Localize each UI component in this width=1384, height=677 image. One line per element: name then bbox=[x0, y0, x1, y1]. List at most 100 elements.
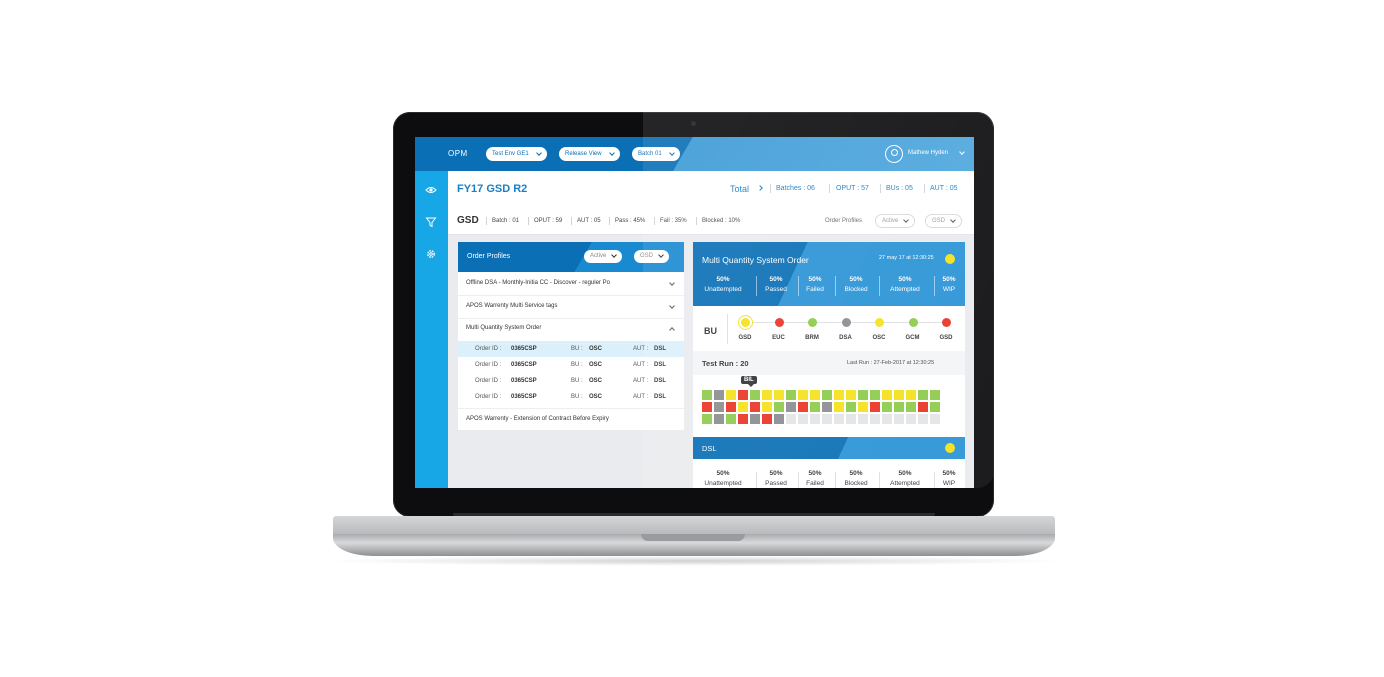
heatmap-cell[interactable] bbox=[750, 414, 760, 424]
heatmap-cell[interactable] bbox=[882, 402, 892, 412]
heatmap-cell[interactable] bbox=[774, 402, 784, 412]
metric-label: Failed bbox=[806, 286, 824, 293]
heatmap-cell[interactable] bbox=[918, 390, 928, 400]
bu-dot-euc[interactable] bbox=[774, 318, 784, 327]
metric-label: Passed bbox=[765, 286, 787, 293]
heatmap-cell[interactable] bbox=[918, 402, 928, 412]
heatmap-cell[interactable] bbox=[762, 402, 772, 412]
aut-label: AUT : bbox=[633, 378, 649, 384]
heatmap-cell[interactable] bbox=[786, 390, 796, 400]
heatmap-cell[interactable] bbox=[786, 402, 796, 412]
heatmap-cell[interactable] bbox=[726, 390, 736, 400]
bu-label[interactable]: OSC bbox=[864, 335, 894, 341]
order-id: 0365CSP bbox=[511, 394, 537, 400]
user-name[interactable]: Mathew Hyden bbox=[908, 150, 948, 156]
filter-icon[interactable] bbox=[425, 216, 437, 228]
heatmap-cell[interactable] bbox=[750, 390, 760, 400]
status-filter-dropdown[interactable]: Active bbox=[584, 250, 623, 263]
dsl-header[interactable]: DSL bbox=[693, 437, 965, 459]
bu-label[interactable]: GSD bbox=[931, 335, 961, 341]
bu-label[interactable]: GSD bbox=[730, 335, 760, 341]
chevron-down-icon[interactable] bbox=[959, 149, 965, 155]
heatmap-cell[interactable] bbox=[858, 390, 868, 400]
bu-dot-gsd[interactable] bbox=[741, 318, 750, 327]
list-item[interactable]: APOS Warrenty Multi Service tags bbox=[458, 296, 684, 319]
list-item[interactable]: Offline DSA - Monthly-Initia CC - Discov… bbox=[458, 273, 684, 296]
heatmap-cell[interactable] bbox=[738, 414, 748, 424]
view-filter-dropdown[interactable]: Release View bbox=[559, 147, 620, 161]
bu-title: BU bbox=[704, 326, 717, 336]
heatmap-cell[interactable] bbox=[906, 390, 916, 400]
bu-dot-osc[interactable] bbox=[875, 318, 884, 327]
bu-filter-dropdown[interactable]: GSD bbox=[634, 250, 670, 263]
batch-filter-dropdown[interactable]: Batch 01 bbox=[632, 147, 680, 161]
heatmap-cell[interactable] bbox=[726, 414, 736, 424]
chevron-up-icon[interactable] bbox=[669, 327, 675, 333]
heatmap-cell[interactable] bbox=[846, 402, 856, 412]
heatmap-cell[interactable] bbox=[738, 402, 748, 412]
bu-label[interactable]: GCM bbox=[898, 335, 928, 341]
bu-dot-gcm[interactable] bbox=[908, 318, 918, 327]
env-filter-dropdown[interactable]: Test Env GE1 bbox=[486, 147, 547, 161]
order-row[interactable]: Order ID : 0365CSP BU : OSC AUT : DSL bbox=[458, 373, 684, 389]
eye-icon[interactable] bbox=[425, 184, 437, 196]
heatmap-cell[interactable] bbox=[738, 390, 748, 400]
bu-label[interactable]: EUC bbox=[764, 335, 794, 341]
divider bbox=[924, 184, 925, 193]
heatmap-cell[interactable] bbox=[834, 402, 844, 412]
bu-dot-dsa[interactable] bbox=[841, 318, 851, 327]
heatmap-cell[interactable] bbox=[714, 414, 724, 424]
heatmap-cell[interactable] bbox=[714, 402, 724, 412]
heatmap-cell[interactable] bbox=[810, 402, 820, 412]
chevron-down-icon[interactable] bbox=[669, 280, 675, 286]
test-run-count: Test Run : 20 bbox=[702, 359, 749, 368]
heatmap-cell[interactable] bbox=[906, 402, 916, 412]
heatmap-cell[interactable] bbox=[822, 390, 832, 400]
heatmap-cell[interactable] bbox=[774, 414, 784, 424]
chevron-down-icon[interactable] bbox=[669, 303, 675, 309]
heatmap-cell[interactable] bbox=[750, 402, 760, 412]
heatmap-cell[interactable] bbox=[882, 390, 892, 400]
heatmap-cell[interactable] bbox=[894, 402, 904, 412]
heatmap-cell[interactable] bbox=[798, 390, 808, 400]
heatmap-cell[interactable] bbox=[846, 390, 856, 400]
list-item[interactable]: APOS Warrenty - Extension of Contract Be… bbox=[458, 408, 684, 431]
heatmap-cell[interactable] bbox=[858, 402, 868, 412]
heatmap-cell[interactable] bbox=[774, 390, 784, 400]
status-filter-dropdown[interactable]: Active bbox=[875, 214, 916, 228]
heatmap-cell[interactable] bbox=[702, 390, 712, 400]
heatmap-cell[interactable] bbox=[810, 390, 820, 400]
heatmap-cell[interactable] bbox=[930, 390, 940, 400]
bu-label[interactable]: BRM bbox=[797, 335, 827, 341]
heatmap-cell[interactable] bbox=[762, 414, 772, 424]
bu-dot-brm[interactable] bbox=[808, 318, 817, 327]
heatmap-cell[interactable] bbox=[702, 414, 712, 424]
order-row[interactable]: Order ID : 0365CSP BU : OSC AUT : DSL bbox=[458, 389, 684, 405]
list-item-expanded[interactable]: Multi Quantity System Order bbox=[458, 318, 684, 340]
metric-value: 50% bbox=[769, 276, 783, 283]
heatmap-cell[interactable] bbox=[894, 390, 904, 400]
heatmap-cell[interactable] bbox=[702, 402, 712, 412]
heatmap-cell[interactable] bbox=[834, 390, 844, 400]
order-row[interactable]: Order ID : 0365CSP BU : OSC AUT : DSL bbox=[458, 357, 684, 373]
user-avatar-icon[interactable] bbox=[885, 145, 903, 163]
gear-icon[interactable] bbox=[425, 248, 437, 260]
bu-filter-dropdown[interactable]: GSD bbox=[925, 214, 963, 228]
bu-dot-gsd[interactable] bbox=[942, 318, 951, 327]
laptop-shadow bbox=[320, 556, 1068, 566]
heatmap-cell[interactable] bbox=[798, 402, 808, 412]
chevron-right-icon[interactable] bbox=[757, 185, 763, 191]
heatmap-cell[interactable] bbox=[822, 402, 832, 412]
heatmap-cell[interactable] bbox=[726, 402, 736, 412]
order-row[interactable]: Order ID : 0365CSP BU : OSC AUT : DSL bbox=[458, 341, 684, 357]
heatmap-cell[interactable] bbox=[870, 402, 880, 412]
detail-panel: Multi Quantity System Order 27 may 17 at… bbox=[693, 242, 965, 488]
total-link[interactable]: Total bbox=[730, 184, 749, 194]
heatmap-cell[interactable] bbox=[930, 402, 940, 412]
bu-label[interactable]: DSA bbox=[831, 335, 861, 341]
heatmap-cell[interactable] bbox=[714, 390, 724, 400]
heatmap-cell[interactable] bbox=[870, 390, 880, 400]
heatmap-cell[interactable] bbox=[762, 390, 772, 400]
aut-value: DSL bbox=[654, 378, 666, 384]
heatmap-cell bbox=[834, 414, 844, 424]
